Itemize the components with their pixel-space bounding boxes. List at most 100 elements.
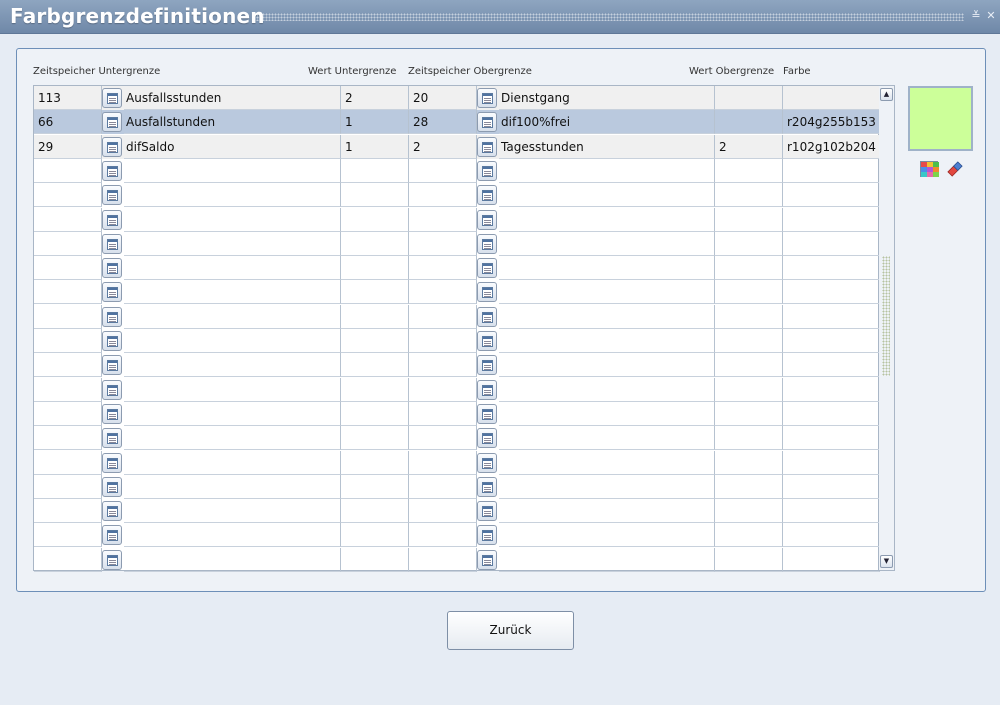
cell-zs-unter-id[interactable]: 66 bbox=[34, 110, 102, 135]
cell-zs-unter-id[interactable] bbox=[34, 329, 102, 353]
table-row[interactable]: 29 difSaldo 1 2 Tagesstunden 2 r102g102b204 bbox=[34, 134, 880, 159]
empty-table-row[interactable] bbox=[34, 304, 880, 329]
empty-table-row[interactable] bbox=[34, 256, 880, 281]
list-picker-icon[interactable] bbox=[477, 233, 497, 254]
cell-wert-ober[interactable] bbox=[715, 280, 783, 305]
table-scrollbar[interactable]: ▲ ▼ bbox=[879, 85, 895, 571]
empty-table-row[interactable] bbox=[34, 280, 880, 305]
cell-wert-unter[interactable]: 1 bbox=[341, 110, 409, 135]
cell-zs-unter-id[interactable] bbox=[34, 426, 102, 451]
empty-table-row[interactable] bbox=[34, 329, 880, 353]
cell-zs-unter-name[interactable] bbox=[124, 231, 341, 256]
cell-farbe[interactable]: r204g255b153 bbox=[783, 110, 880, 135]
cell-zs-unter-name[interactable] bbox=[124, 207, 341, 232]
cell-zs-unter-id[interactable] bbox=[34, 231, 102, 256]
cell-wert-ober[interactable] bbox=[715, 450, 783, 475]
cell-zs-ober-name[interactable] bbox=[499, 377, 715, 402]
list-picker-icon[interactable] bbox=[477, 185, 497, 206]
list-picker-icon[interactable] bbox=[102, 136, 122, 157]
cell-zs-unter-name[interactable] bbox=[124, 183, 341, 208]
list-picker-icon[interactable] bbox=[477, 501, 497, 522]
scroll-thumb[interactable] bbox=[882, 256, 890, 376]
cell-wert-ober[interactable] bbox=[715, 110, 783, 135]
cell-zs-unter-name[interactable] bbox=[124, 377, 341, 402]
cell-wert-unter[interactable] bbox=[341, 304, 409, 329]
empty-table-row[interactable] bbox=[34, 377, 880, 402]
cell-zs-ober-id[interactable] bbox=[409, 377, 477, 402]
cell-wert-unter[interactable] bbox=[341, 207, 409, 232]
cell-wert-ober[interactable] bbox=[715, 499, 783, 524]
list-picker-icon[interactable] bbox=[102, 282, 122, 303]
cell-zs-ober-name[interactable] bbox=[499, 401, 715, 426]
list-picker-icon[interactable] bbox=[477, 452, 497, 473]
cell-farbe[interactable] bbox=[783, 256, 880, 281]
cell-wert-unter[interactable] bbox=[341, 523, 409, 548]
cell-zs-unter-id[interactable] bbox=[34, 304, 102, 329]
cell-zs-ober-name[interactable]: Tagesstunden bbox=[499, 134, 715, 159]
cell-farbe[interactable]: r102g102b204 bbox=[783, 134, 880, 159]
cell-zs-unter-name[interactable] bbox=[124, 304, 341, 329]
cell-zs-ober-id[interactable] bbox=[409, 401, 477, 426]
list-picker-icon[interactable] bbox=[477, 403, 497, 424]
cell-zs-unter-name[interactable] bbox=[124, 280, 341, 305]
cell-zs-unter-name[interactable] bbox=[124, 499, 341, 524]
cell-zs-unter-name[interactable] bbox=[124, 426, 341, 451]
list-picker-icon[interactable] bbox=[477, 88, 497, 108]
empty-table-row[interactable] bbox=[34, 231, 880, 256]
empty-table-row[interactable] bbox=[34, 207, 880, 232]
cell-zs-ober-id[interactable] bbox=[409, 158, 477, 183]
cell-zs-unter-id[interactable]: 29 bbox=[34, 134, 102, 159]
list-picker-icon[interactable] bbox=[102, 355, 122, 376]
cell-farbe[interactable] bbox=[783, 158, 880, 183]
minimize-icon[interactable]: ≚ bbox=[970, 9, 982, 23]
cell-zs-ober-id[interactable] bbox=[409, 280, 477, 305]
cell-zs-unter-id[interactable] bbox=[34, 353, 102, 378]
cell-zs-ober-name[interactable] bbox=[499, 450, 715, 475]
list-picker-icon[interactable] bbox=[102, 452, 122, 473]
cell-farbe[interactable] bbox=[783, 547, 880, 572]
cell-zs-unter-id[interactable]: 113 bbox=[34, 86, 102, 110]
cell-farbe[interactable] bbox=[783, 207, 880, 232]
list-picker-icon[interactable] bbox=[102, 549, 122, 570]
empty-table-row[interactable] bbox=[34, 499, 880, 524]
cell-zs-ober-name[interactable]: Dienstgang bbox=[499, 86, 715, 110]
list-picker-icon[interactable] bbox=[477, 549, 497, 570]
cell-zs-ober-name[interactable] bbox=[499, 158, 715, 183]
cell-zs-ober-name[interactable] bbox=[499, 183, 715, 208]
cell-zs-ober-name[interactable] bbox=[499, 231, 715, 256]
list-picker-icon[interactable] bbox=[477, 379, 497, 400]
cell-wert-unter[interactable] bbox=[341, 231, 409, 256]
cell-zs-unter-id[interactable] bbox=[34, 280, 102, 305]
cell-zs-unter-name[interactable]: Ausfallstunden bbox=[124, 110, 341, 135]
cell-wert-ober[interactable] bbox=[715, 158, 783, 183]
table-row[interactable]: 66 Ausfallstunden 1 28 dif100%frei r204g255b1… bbox=[34, 110, 880, 135]
cell-zs-unter-name[interactable] bbox=[124, 353, 341, 378]
cell-zs-ober-id[interactable] bbox=[409, 256, 477, 281]
cell-zs-ober-name[interactable] bbox=[499, 280, 715, 305]
list-picker-icon[interactable] bbox=[102, 525, 122, 546]
list-picker-icon[interactable] bbox=[477, 306, 497, 327]
cell-wert-ober[interactable] bbox=[715, 401, 783, 426]
cell-wert-ober[interactable] bbox=[715, 474, 783, 499]
cell-zs-ober-id[interactable] bbox=[409, 547, 477, 572]
empty-table-row[interactable] bbox=[34, 401, 880, 426]
cell-wert-ober[interactable] bbox=[715, 86, 783, 110]
list-picker-icon[interactable] bbox=[102, 185, 122, 206]
cell-zs-unter-name[interactable] bbox=[124, 256, 341, 281]
eraser-icon[interactable] bbox=[946, 160, 964, 178]
cell-wert-ober[interactable] bbox=[715, 353, 783, 378]
cell-zs-unter-id[interactable] bbox=[34, 523, 102, 548]
empty-table-row[interactable] bbox=[34, 474, 880, 499]
cell-zs-unter-id[interactable] bbox=[34, 256, 102, 281]
list-picker-icon[interactable] bbox=[102, 112, 122, 133]
list-picker-icon[interactable] bbox=[477, 136, 497, 157]
cell-wert-unter[interactable] bbox=[341, 401, 409, 426]
cell-zs-ober-name[interactable] bbox=[499, 426, 715, 451]
cell-wert-ober[interactable] bbox=[715, 329, 783, 353]
cell-farbe[interactable] bbox=[783, 426, 880, 451]
cell-zs-unter-name[interactable]: Ausfallsstunden bbox=[124, 86, 341, 110]
color-palette-icon[interactable] bbox=[920, 161, 939, 177]
cell-wert-ober[interactable] bbox=[715, 183, 783, 208]
list-picker-icon[interactable] bbox=[477, 428, 497, 449]
empty-table-row[interactable] bbox=[34, 426, 880, 451]
